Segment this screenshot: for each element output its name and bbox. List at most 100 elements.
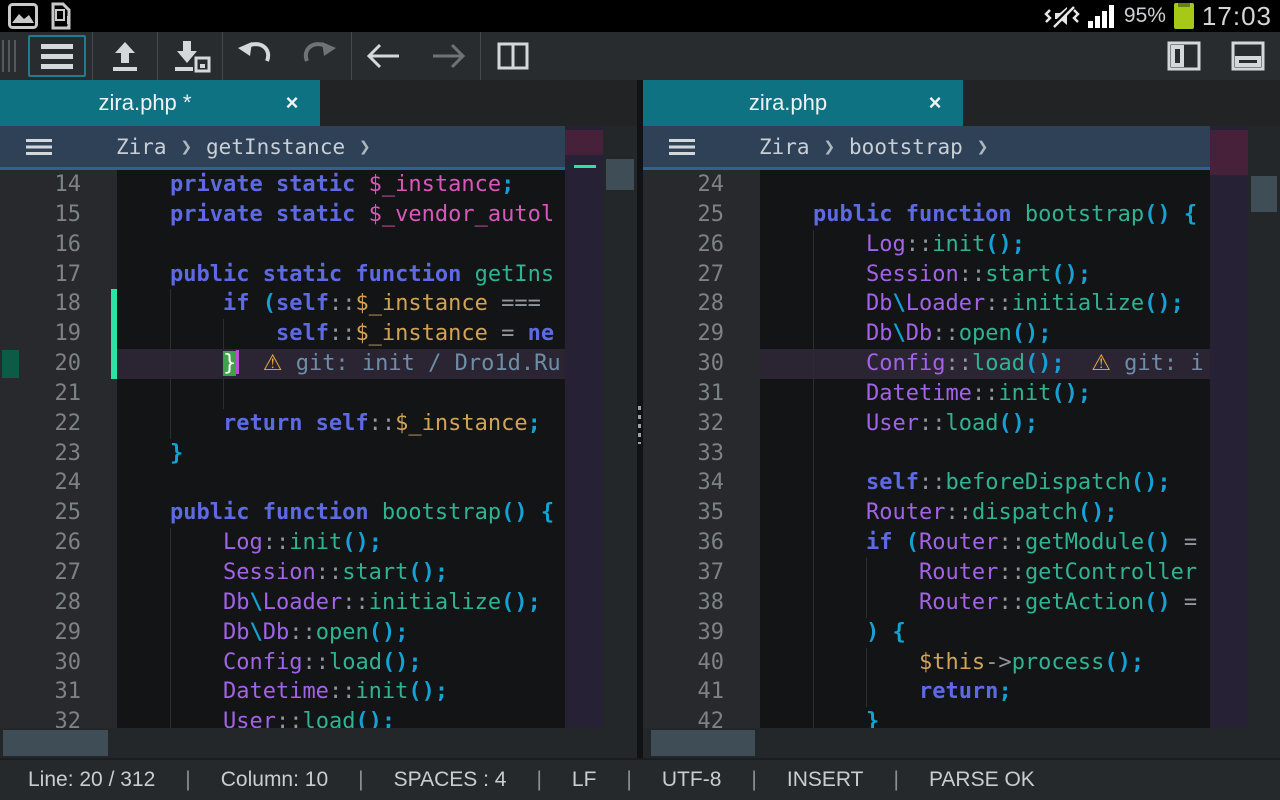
toolbar <box>0 32 1280 80</box>
indent-guide <box>866 677 867 707</box>
code-line[interactable]: Db\Db::open(); <box>117 618 565 648</box>
split-view-button[interactable] <box>481 32 545 80</box>
code-token: Datetime <box>866 381 972 406</box>
tab-zira-php[interactable]: zira.php * × <box>0 80 320 126</box>
code-token: :: <box>329 679 356 704</box>
code-line[interactable]: Db\Db::open(); <box>760 319 1210 349</box>
breadcrumb-item[interactable]: Zira <box>759 135 810 159</box>
code-line[interactable]: } <box>760 707 1210 728</box>
code-token: public static function <box>170 262 475 287</box>
code-token: dispatch <box>972 500 1078 525</box>
code-line[interactable]: $this->process(); <box>760 648 1210 678</box>
code-token: (); <box>1104 650 1144 675</box>
code-line[interactable]: return; <box>760 677 1210 707</box>
hamburger-icon <box>41 44 73 69</box>
code-line[interactable]: self::beforeDispatch(); <box>760 468 1210 498</box>
code-line[interactable]: Router::getController <box>760 558 1210 588</box>
code-token: :: <box>289 620 316 645</box>
line-number: 30 <box>643 349 760 379</box>
code-line[interactable]: ) { <box>760 618 1210 648</box>
code-token: } <box>866 709 879 728</box>
save-as-button[interactable] <box>158 32 222 80</box>
chevron-right-icon: ❯ <box>977 136 988 158</box>
tab-zira-php[interactable]: zira.php × <box>643 80 963 126</box>
code-line[interactable] <box>117 379 565 409</box>
code-line[interactable]: return self::$_instance; <box>117 409 565 439</box>
code-line[interactable]: } <box>117 439 565 469</box>
code-line[interactable]: Datetime::init(); <box>760 379 1210 409</box>
code-line[interactable]: public function bootstrap() { <box>117 498 565 528</box>
code-line[interactable]: private static $_instance; <box>117 170 565 200</box>
tab-close-icon[interactable]: × <box>907 90 963 116</box>
code-line[interactable]: Config::load(); ⚠ git: i <box>760 349 1210 379</box>
horizontal-scrollbar[interactable] <box>643 728 1280 758</box>
code-line[interactable]: } ⚠ git: init / Dro1d.Ru <box>117 349 565 379</box>
code-line[interactable]: Session::start(); <box>117 558 565 588</box>
breadcrumb-item[interactable]: bootstrap <box>849 135 963 159</box>
upload-icon <box>113 42 137 71</box>
clock: 17:03 <box>1202 1 1272 32</box>
code-line[interactable]: self::$_instance = ne <box>117 319 565 349</box>
code-line[interactable]: Session::start(); <box>760 260 1210 290</box>
code-line[interactable]: User::load(); <box>760 409 1210 439</box>
code-line[interactable]: Log::init(); <box>117 528 565 558</box>
open-file-button[interactable] <box>93 32 157 80</box>
horizontal-scrollbar[interactable] <box>0 728 637 758</box>
code-line[interactable]: Datetime::init(); <box>117 677 565 707</box>
code-token: self <box>276 291 329 316</box>
code-token: ; <box>998 679 1011 704</box>
status-item: INSERT <box>787 768 864 792</box>
code-token: $_instance <box>395 411 527 436</box>
code-token: ne <box>528 321 555 346</box>
code-line[interactable]: if (self::$_instance === <box>117 289 565 319</box>
split-vertical-icon <box>1169 43 1199 69</box>
menu-button[interactable] <box>28 35 86 77</box>
code-line[interactable] <box>117 468 565 498</box>
code-token: (); <box>408 679 448 704</box>
code-line[interactable] <box>760 170 1210 200</box>
code-line[interactable]: Router::getAction() = <box>760 588 1210 618</box>
code-line[interactable]: Db\Loader::initialize(); <box>760 289 1210 319</box>
scrollbar-thumb[interactable] <box>1251 176 1277 212</box>
split-horizontal-button[interactable] <box>1216 32 1280 80</box>
code-token: (); <box>408 560 448 585</box>
split-vertical-button[interactable] <box>1152 32 1216 80</box>
code-line[interactable]: Log::init(); <box>760 230 1210 260</box>
tab-bar: zira.php × <box>643 80 1280 126</box>
editor-pane-left: zira.php * × Zira ❯ getInstance ❯ <box>0 80 637 758</box>
breadcrumb-item[interactable]: getInstance <box>206 135 345 159</box>
undo-button[interactable] <box>223 32 287 80</box>
code-line[interactable]: Router::dispatch(); <box>760 498 1210 528</box>
vertical-scrollbar[interactable] <box>1248 126 1280 728</box>
code-line[interactable]: public function bootstrap() { <box>760 200 1210 230</box>
indent-guide <box>813 558 814 588</box>
scrollbar-thumb[interactable] <box>651 730 755 756</box>
code-line[interactable]: if (Router::getModule() = <box>760 528 1210 558</box>
redo-button[interactable] <box>287 32 351 80</box>
breadcrumb-item[interactable]: Zira <box>116 135 167 159</box>
indent-guide <box>866 648 867 678</box>
scrollbar-thumb[interactable] <box>3 730 108 756</box>
code-line[interactable] <box>117 230 565 260</box>
vertical-scrollbar[interactable] <box>603 126 637 728</box>
code-line[interactable]: Config::load(); <box>117 648 565 678</box>
breadcrumb-menu-icon[interactable] <box>669 139 695 155</box>
line-number: 40 <box>643 648 760 678</box>
navigate-forward-button[interactable] <box>416 32 480 80</box>
scrollbar-thumb[interactable] <box>606 159 634 190</box>
code-line[interactable]: Db\Loader::initialize(); <box>117 588 565 618</box>
code-token: \ <box>249 590 262 615</box>
code-token: Loader <box>906 291 985 316</box>
code-line[interactable]: User::load(); <box>117 707 565 728</box>
code-line[interactable]: private static $_vendor_autol <box>117 200 565 230</box>
tab-close-icon[interactable]: × <box>264 90 320 116</box>
status-separator: | <box>185 768 190 792</box>
code-editor[interactable]: public function bootstrap() { Log::init(… <box>760 170 1210 728</box>
toolbar-grip[interactable] <box>2 40 20 72</box>
code-line[interactable]: public static function getIns <box>117 260 565 290</box>
breadcrumb-menu-icon[interactable] <box>26 139 52 155</box>
code-editor[interactable]: private static $_instance; private stati… <box>117 170 565 728</box>
navigate-back-button[interactable] <box>352 32 416 80</box>
code-line[interactable] <box>760 439 1210 469</box>
code-token: :: <box>369 411 396 436</box>
